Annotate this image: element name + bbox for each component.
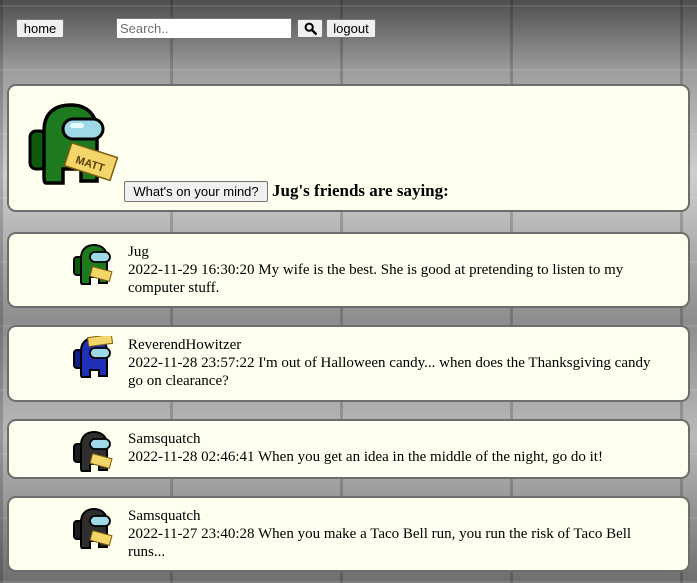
post-author[interactable]: Samsquatch bbox=[128, 507, 201, 525]
friends-heading: Jug's friends are saying: bbox=[272, 181, 449, 200]
post-text: When you get an idea in the middle of th… bbox=[258, 449, 603, 465]
profile-avatar: MATT bbox=[28, 103, 119, 185]
post-author[interactable]: ReverendHowitzer bbox=[128, 336, 241, 354]
top-navigation: home logout bbox=[0, 0, 697, 56]
home-button[interactable]: home bbox=[16, 19, 64, 38]
post-timestamp: 2022-11-29 16:30:20 bbox=[128, 262, 255, 278]
post-card: ReverendHowitzer 2022-11-28 23:57:22 I'm… bbox=[7, 325, 690, 402]
post-author[interactable]: Jug bbox=[128, 243, 149, 261]
post-body: 2022-11-29 16:30:20 My wife is the best.… bbox=[128, 261, 663, 297]
post-card: Samsquatch 2022-11-28 02:46:41 When you … bbox=[7, 419, 690, 479]
whats-on-your-mind-button[interactable]: What's on your mind? bbox=[124, 181, 268, 202]
profile-panel: MATT What's on your mind? Jug's friends … bbox=[7, 84, 690, 212]
search-input[interactable] bbox=[116, 18, 292, 39]
post-card: Jug 2022-11-29 16:30:20 My wife is the b… bbox=[7, 232, 690, 308]
post-body: 2022-11-28 23:57:22 I'm out of Halloween… bbox=[128, 354, 663, 390]
post-timestamp: 2022-11-27 23:40:28 bbox=[128, 526, 255, 542]
search-button[interactable] bbox=[297, 19, 323, 38]
post-timestamp: 2022-11-28 02:46:41 bbox=[128, 449, 255, 465]
user-avatar bbox=[73, 430, 113, 472]
logout-button[interactable]: logout bbox=[326, 19, 376, 38]
post-body: 2022-11-27 23:40:28 When you make a Taco… bbox=[128, 525, 663, 561]
post-author[interactable]: Samsquatch bbox=[128, 430, 201, 448]
user-avatar bbox=[73, 507, 113, 549]
user-avatar bbox=[73, 243, 113, 285]
user-avatar bbox=[73, 336, 114, 378]
post-card: Samsquatch 2022-11-27 23:40:28 When you … bbox=[7, 496, 690, 572]
post-body: 2022-11-28 02:46:41 When you get an idea… bbox=[128, 448, 663, 466]
post-timestamp: 2022-11-28 23:57:22 bbox=[128, 355, 255, 371]
search-icon bbox=[304, 22, 317, 35]
